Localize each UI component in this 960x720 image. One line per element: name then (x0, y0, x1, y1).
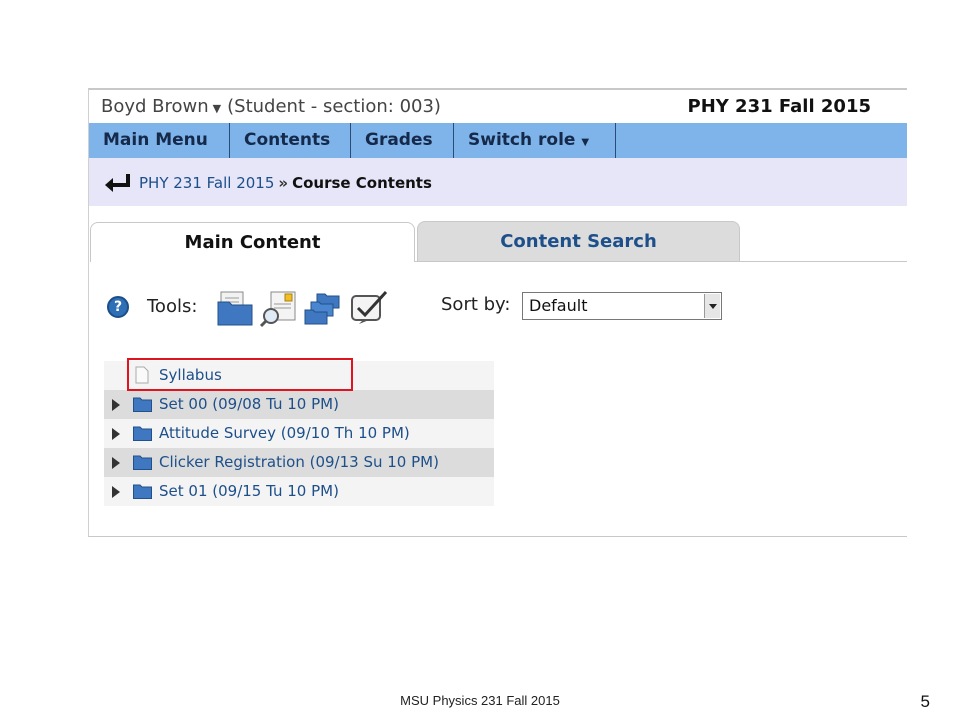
help-icon[interactable]: ? (107, 296, 129, 318)
folder-icon (133, 397, 152, 412)
sort-select-value: Default (529, 296, 588, 315)
menu-contents[interactable]: Contents (230, 123, 351, 158)
folder-icon (133, 484, 152, 499)
breadcrumb-trail: PHY 231 Fall 2015» Course Contents (139, 174, 432, 192)
dropdown-arrow-icon[interactable] (704, 294, 720, 318)
menu-switch-role[interactable]: Switch role ▼ (454, 123, 616, 158)
expand-arrow-icon[interactable] (112, 457, 120, 469)
folder-icon (133, 426, 152, 441)
chevron-down-icon: ▼ (212, 102, 222, 115)
syllabus-highlight-box (127, 358, 353, 391)
menu-switch-role-label: Switch role (468, 130, 576, 150)
multiple-folders-icon[interactable] (303, 290, 343, 328)
back-arrow-icon[interactable] (103, 172, 133, 194)
checkbox-icon[interactable] (349, 290, 389, 328)
expand-arrow-icon[interactable] (112, 486, 120, 498)
menu-contents-label: Contents (244, 130, 331, 150)
folder-icon (133, 455, 152, 470)
breadcrumb-current: Course Contents (292, 174, 432, 192)
menu-main-menu[interactable]: Main Menu (89, 123, 230, 158)
list-item-label[interactable]: Set 00 (09/08 Tu 10 PM) (159, 390, 339, 419)
folder-icon[interactable] (215, 290, 255, 328)
tab-main-content[interactable]: Main Content (90, 222, 415, 262)
user-bar: Boyd Brown ▼ (Student - section: 003) PHY … (89, 90, 907, 123)
slide-page-number: 5 (920, 692, 930, 711)
breadcrumb-parent-link[interactable]: PHY 231 Fall 2015 (139, 174, 274, 192)
user-name: Boyd Brown (101, 96, 209, 117)
menu-main-menu-label: Main Menu (103, 130, 208, 150)
list-item-label[interactable]: Set 01 (09/15 Tu 10 PM) (159, 477, 339, 506)
tab-divider (415, 261, 907, 262)
chevron-down-icon: ▼ (581, 137, 590, 148)
list-item[interactable]: Set 00 (09/08 Tu 10 PM) (104, 390, 494, 419)
menu-grades[interactable]: Grades (351, 123, 454, 158)
user-role: (Student - section: 003) (227, 96, 441, 117)
list-item-label[interactable]: Clicker Registration (09/13 Su 10 PM) (159, 448, 439, 477)
user-menu[interactable]: Boyd Brown ▼ (Student - section: 003) (101, 96, 441, 117)
lon-capa-window: Boyd Brown ▼ (Student - section: 003) PHY … (88, 88, 907, 537)
expand-arrow-icon[interactable] (112, 399, 120, 411)
list-item[interactable]: Attitude Survey (09/10 Th 10 PM) (104, 419, 494, 448)
sort-select[interactable]: Default (522, 292, 722, 320)
tab-content-search[interactable]: Content Search (417, 221, 740, 262)
list-item[interactable]: Clicker Registration (09/13 Su 10 PM) (104, 448, 494, 477)
search-document-icon[interactable] (259, 290, 299, 328)
course-title: PHY 231 Fall 2015 (687, 96, 872, 117)
list-item[interactable]: Set 01 (09/15 Tu 10 PM) (104, 477, 494, 506)
menu-grades-label: Grades (365, 130, 433, 150)
slide-footer: MSU Physics 231 Fall 2015 (400, 693, 560, 708)
main-menu-bar: Main Menu Contents Grades Switch role ▼ (89, 123, 907, 158)
list-item-label[interactable]: Attitude Survey (09/10 Th 10 PM) (159, 419, 410, 448)
sort-label: Sort by: (441, 294, 511, 315)
breadcrumb: PHY 231 Fall 2015» Course Contents (89, 158, 907, 206)
breadcrumb-separator: » (278, 174, 289, 192)
tools-label: Tools: (147, 296, 198, 317)
expand-arrow-icon[interactable] (112, 428, 120, 440)
